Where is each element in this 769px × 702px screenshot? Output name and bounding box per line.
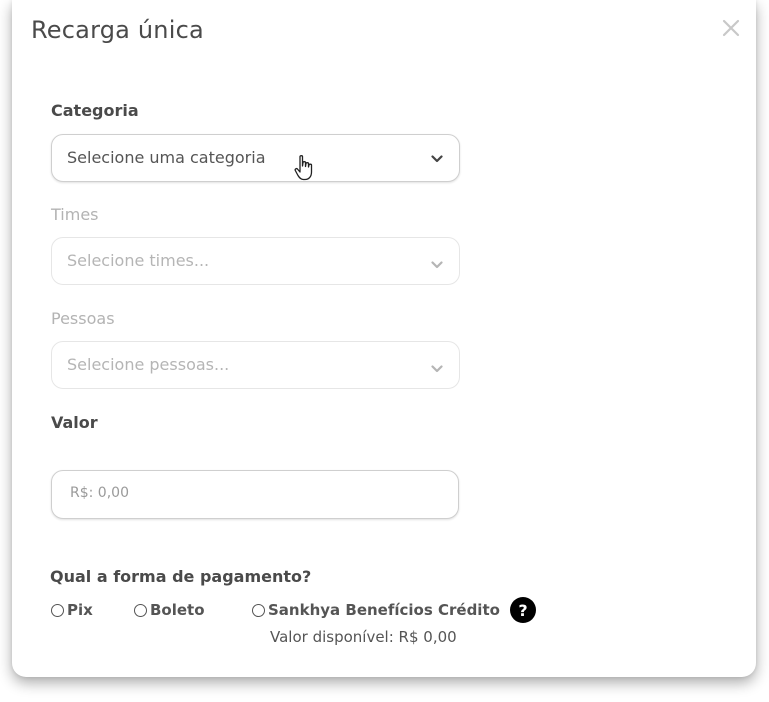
amount-field[interactable] — [51, 470, 459, 519]
people-label: Pessoas — [51, 309, 115, 328]
teams-select[interactable]: Selecione times... — [51, 237, 460, 285]
category-label: Categoria — [51, 101, 139, 120]
amount-label: Valor — [51, 413, 98, 432]
payment-option-label: Sankhya Benefícios Crédito — [268, 601, 500, 619]
chevron-down-icon — [431, 261, 443, 269]
payment-option-sankhya[interactable]: Sankhya Benefícios Crédito — [252, 600, 500, 620]
hand-pointer-icon — [294, 155, 313, 181]
close-icon[interactable] — [719, 16, 743, 40]
teams-label: Times — [51, 205, 99, 224]
chevron-down-icon — [431, 365, 443, 373]
amount-input[interactable] — [68, 484, 442, 502]
category-select[interactable]: Selecione uma categoria — [51, 134, 460, 182]
recarga-modal: Recarga única Categoria Selecione uma ca… — [12, 0, 756, 677]
payment-option-label: Pix — [67, 601, 93, 619]
radio-circle[interactable] — [134, 603, 147, 617]
payment-option-pix[interactable]: Pix — [51, 600, 93, 620]
people-select-value: Selecione pessoas... — [67, 355, 230, 374]
question-circle-icon[interactable]: ? — [510, 597, 536, 623]
people-select[interactable]: Selecione pessoas... — [51, 341, 460, 389]
radio-circle[interactable] — [51, 603, 64, 617]
payment-option-boleto[interactable]: Boleto — [134, 600, 205, 620]
chevron-down-icon — [431, 155, 443, 163]
payment-option-label: Boleto — [150, 601, 205, 619]
available-balance: Valor disponível: R$ 0,00 — [270, 628, 457, 646]
category-select-value: Selecione uma categoria — [67, 148, 266, 167]
payment-question: Qual a forma de pagamento? — [50, 567, 312, 586]
radio-circle[interactable] — [252, 603, 265, 617]
modal-title: Recarga única — [31, 16, 204, 44]
teams-select-value: Selecione times... — [67, 251, 210, 270]
